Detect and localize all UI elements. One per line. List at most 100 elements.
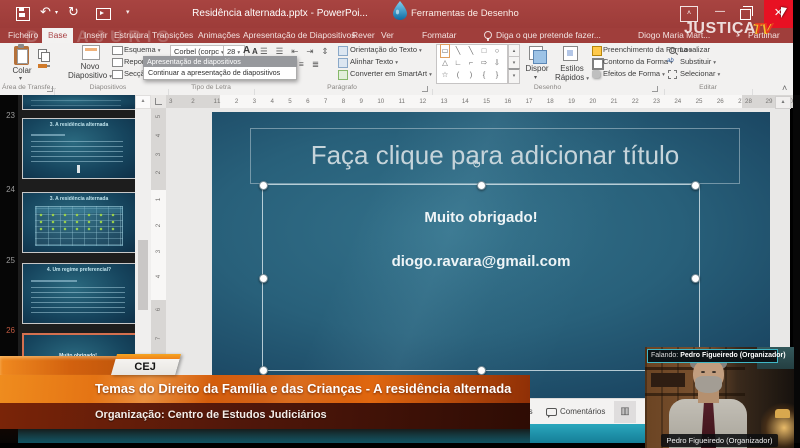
font-group-label: Tipo de Letra — [172, 84, 250, 91]
banner-bottom-fade — [0, 429, 530, 443]
banner-badge-text: CEJ — [113, 354, 177, 381]
quick-styles-icon — [563, 46, 578, 61]
shapes-more-icon[interactable]: ▾ — [508, 68, 520, 84]
align-text-button[interactable]: Alinhar Texto▾ — [350, 57, 398, 68]
speaking-prefix: Falando: — [651, 352, 678, 359]
comments-button[interactable]: Comentários — [560, 399, 605, 425]
speaker-eye — [701, 371, 705, 373]
title-placeholder[interactable]: Faça clique para adicionar título — [250, 128, 740, 184]
tab-formatar[interactable]: Formatar — [422, 28, 456, 43]
v-ruler-top-numbers: 54321 — [151, 108, 166, 200]
quick-styles-button[interactable]: Estilos — [556, 64, 588, 73]
drawing-dialog-launcher-icon[interactable] — [652, 86, 658, 92]
paste-dropdown-icon[interactable]: ▾ — [19, 75, 22, 82]
canvas-scroll-up-icon[interactable]: ▴ — [775, 96, 791, 109]
thumb-title: 3. A residência alternada — [23, 193, 135, 202]
text-orientation-button[interactable]: Orientação do Texto▾ — [350, 45, 422, 56]
normal-view-button[interactable]: ▥ — [614, 401, 636, 423]
speaker-video-tile[interactable]: Falando: Pedro Figueiredo (Organizador) … — [645, 347, 794, 448]
tab-ver[interactable]: Ver — [381, 28, 394, 43]
thumb-title: 4. Um regime preferencial? — [23, 264, 135, 273]
copy-icon[interactable] — [38, 49, 47, 59]
slide-thumbnail-23[interactable]: 3. A residência alternada — [22, 118, 136, 179]
replace-button[interactable]: Substituir▾ — [680, 57, 716, 68]
justica-text: JUSTIÇA — [684, 20, 756, 37]
select-button[interactable]: Selecionar▾ — [680, 69, 720, 80]
find-icon — [669, 47, 676, 54]
selected-textbox[interactable]: Muito obrigado! diogo.ravara@gmail.com — [262, 184, 700, 371]
comments-icon — [546, 408, 557, 416]
rotate-handle-icon[interactable]: ↻ — [472, 158, 481, 171]
context-tools-label[interactable]: Ferramentas de Desenho — [411, 8, 519, 19]
restore-button[interactable] — [740, 9, 751, 20]
find-button[interactable]: Localizar — [680, 45, 710, 55]
select-icon — [668, 70, 677, 79]
slide-thumbnail-partial[interactable] — [22, 95, 136, 110]
h-ruler-main-numbers: 1234567891011121314151617181920212223242… — [214, 95, 748, 108]
slide-thumbnail-24[interactable]: 3. A residência alternada — [22, 192, 136, 253]
selection-handle-mr[interactable] — [691, 274, 700, 283]
selection-handle-tc[interactable] — [477, 181, 486, 190]
datajuris-watermark: DATAJURIS — [26, 27, 175, 47]
smartart-icon — [338, 70, 348, 80]
shrink-font-button[interactable]: A — [252, 47, 258, 56]
paste-button[interactable]: Colar — [7, 66, 37, 75]
reset-button[interactable]: Repor — [124, 57, 144, 67]
ruler-corner — [151, 95, 166, 108]
textbox-line1: Muito obrigado! — [263, 209, 699, 226]
selection-handle-ml[interactable] — [259, 274, 268, 283]
shape-effects-button[interactable]: Efeitos de Forma▾ — [603, 69, 665, 80]
slides-group-label: Diapositivos — [58, 84, 158, 91]
popup-title: Apresentação de diapositivos — [143, 56, 297, 67]
new-slide-icon[interactable] — [82, 45, 100, 60]
selection-handle-tr[interactable] — [691, 181, 700, 190]
scrollbar-up-icon[interactable]: ▴ — [135, 95, 151, 109]
speaker-eye — [712, 371, 716, 373]
quick-styles-button-line2[interactable]: Rápidos▾ — [552, 73, 592, 82]
banner-badge: CEJ — [111, 354, 181, 375]
drawing-tools-droplet-icon — [392, 1, 408, 25]
arrange-button[interactable]: Dispor — [522, 64, 552, 73]
grow-font-button[interactable]: A — [243, 45, 250, 56]
slide-thumbnail-25[interactable]: 4. Um regime preferencial? — [22, 263, 136, 324]
scrollbar-thumb[interactable] — [138, 240, 148, 310]
editing-group-label: Editar — [668, 84, 748, 91]
tab-apresentacao[interactable]: Apresentação de Diapositivos — [243, 28, 355, 43]
slide-number-selected: 26 — [0, 326, 15, 335]
thumb-title: 3. A residência alternada — [23, 119, 135, 128]
right-letterbox — [793, 95, 800, 448]
tab-rever[interactable]: Rever — [352, 28, 375, 43]
collapse-ribbon-icon[interactable]: ˄ — [782, 83, 787, 93]
shapes-row-2[interactable]: △∟⌐⇨⇩ — [437, 57, 507, 69]
tab-animacoes[interactable]: Animações — [198, 28, 240, 43]
selection-handle-bl[interactable] — [259, 366, 268, 375]
clipboard-dialog-launcher-icon[interactable] — [47, 86, 53, 92]
banner-title-band: Temas do Direito da Família e das Crianç… — [0, 375, 530, 403]
shape-fill-button[interactable]: Preenchimento da Forma▾ — [603, 45, 692, 56]
shapes-row-3[interactable]: ☆(){} — [437, 69, 507, 81]
smartart-button[interactable]: Converter em SmartArt▾ — [350, 69, 432, 80]
shape-outline-button[interactable]: Contorno da Forma▾ — [603, 57, 673, 68]
lamp-shade — [775, 409, 790, 418]
paragraph-group-label: Parágrafo — [260, 84, 424, 91]
thumb-table-dots — [35, 212, 121, 232]
shapes-row-1[interactable]: ▭╲╲□○ — [437, 45, 507, 57]
title-placeholder-text: Faça clique para adicionar título — [251, 129, 739, 181]
tv-logo: TV — [754, 20, 773, 37]
slide-number: 25 — [0, 256, 15, 265]
section-icon — [112, 70, 123, 79]
ribbon: Colar ▾ Área de Transfe... Novo Diaposit… — [0, 43, 793, 96]
speaking-label: Falando: Pedro Figueiredo (Organizador) — [647, 349, 778, 363]
new-slide-label: Diapositivo — [68, 71, 107, 80]
paragraph-dialog-launcher-icon[interactable] — [422, 86, 428, 92]
popup-body[interactable]: Continuar a apresentação de diapositivos — [143, 67, 297, 80]
selection-handle-tl[interactable] — [259, 181, 268, 190]
layout-icon — [112, 46, 123, 55]
shapes-gallery[interactable]: ▭╲╲□○ △∟⌐⇨⇩ ☆(){} — [436, 44, 508, 84]
paste-icon[interactable] — [14, 46, 29, 65]
format-painter-icon[interactable] — [38, 64, 47, 68]
screen: ↶ ▾ ↻ ▾ Residência alternada.pptx - Powe… — [0, 0, 800, 448]
selection-handle-bc[interactable] — [477, 366, 486, 375]
new-slide-button[interactable]: Novo — [64, 62, 116, 71]
search-input[interactable]: Diga o que pretende fazer... — [496, 28, 601, 43]
